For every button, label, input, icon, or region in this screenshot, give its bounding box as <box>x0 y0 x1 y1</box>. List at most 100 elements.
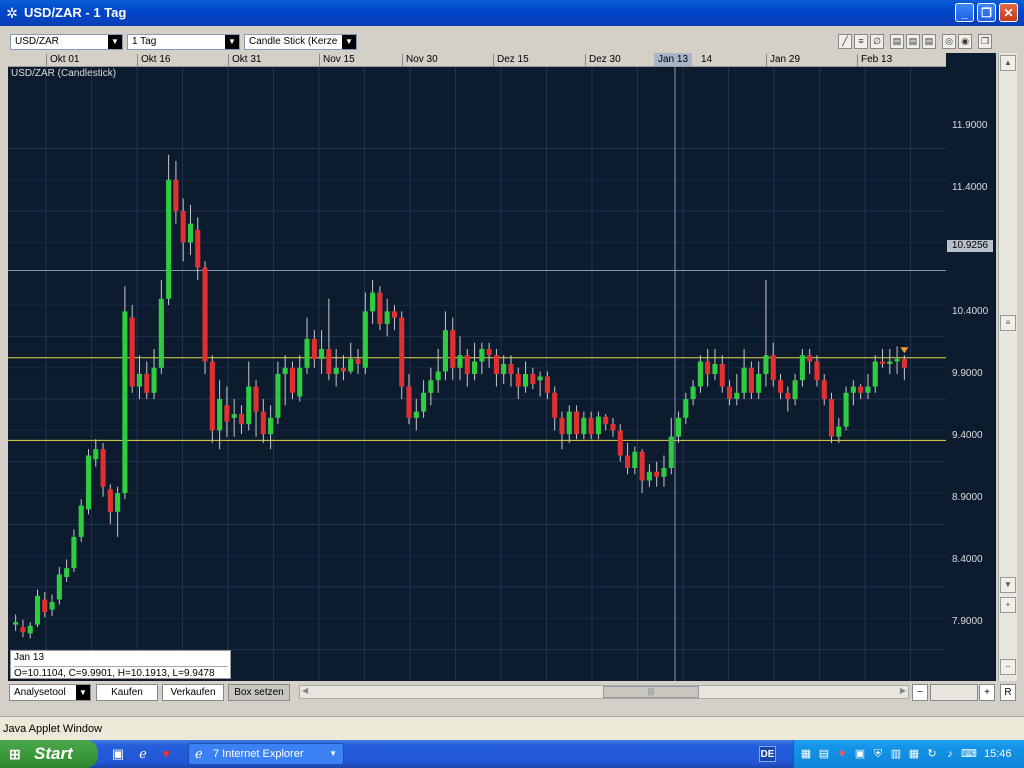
scroll-left-icon[interactable]: ◀ <box>302 686 308 695</box>
candle-body <box>130 318 135 387</box>
chevron-down-icon[interactable]: ▼ <box>342 35 356 49</box>
chevron-down-icon[interactable]: ▼ <box>76 685 90 700</box>
chart-area[interactable] <box>8 53 996 681</box>
analysis-tool-select[interactable]: Analysetool ▼ <box>9 684 91 701</box>
interval-select[interactable]: 1 Tag ▼ <box>127 34 240 50</box>
grid3-tool-icon[interactable]: ▤ <box>922 34 936 49</box>
candle-body <box>173 180 178 211</box>
candle-body <box>326 349 331 374</box>
zoom-tool-icon[interactable]: ◎ <box>942 34 956 49</box>
tray-network-icon[interactable]: ▦ <box>799 747 813 761</box>
set-box-button[interactable]: Box setzen <box>228 684 290 701</box>
candlestick-chart[interactable] <box>8 53 996 681</box>
zoom-in-icon[interactable]: + <box>1000 597 1016 613</box>
candle-body <box>778 380 783 393</box>
candle-body <box>101 449 106 487</box>
chevron-down-icon[interactable]: ▼ <box>225 35 239 49</box>
candle-body <box>42 600 47 613</box>
trendline-tool-icon[interactable]: ╱ <box>838 34 852 49</box>
date-tick: Nov 15 <box>319 54 355 66</box>
candle-body <box>749 368 754 393</box>
candle-body <box>253 387 258 412</box>
tray-printer-icon[interactable]: ▤ <box>817 747 831 761</box>
price-tick: 11.9000 <box>952 120 987 131</box>
date-tick: Dez 15 <box>493 54 529 66</box>
scroll-down-icon[interactable]: ▼ <box>1000 577 1016 593</box>
candle-body <box>181 211 186 242</box>
candle-body <box>887 361 892 364</box>
candle-body <box>793 380 798 399</box>
candle-body <box>20 627 25 632</box>
candle-body <box>195 230 200 268</box>
tray-shield-icon[interactable]: ⛨ <box>871 747 885 761</box>
buy-button[interactable]: Kaufen <box>96 684 158 701</box>
tray-lan-icon[interactable]: ▦ <box>907 747 921 761</box>
window-title: USD/ZAR - 1 Tag <box>24 5 126 20</box>
tray-connection-icon[interactable]: ▥ <box>889 747 903 761</box>
candle-body <box>822 380 827 399</box>
symbol-select[interactable]: USD/ZAR ▼ <box>10 34 123 50</box>
candle-body <box>618 430 623 455</box>
price-scrollbar[interactable]: ▲ ≡ ▼ + − <box>998 53 1017 681</box>
scroll-right-icon[interactable]: ▶ <box>900 686 906 695</box>
chevron-down-icon[interactable]: ▼ <box>108 35 122 49</box>
hline-tool-icon[interactable]: ≡ <box>854 34 868 49</box>
zoom-slider[interactable] <box>930 684 978 701</box>
candle-body <box>559 418 564 434</box>
sell-button[interactable]: Verkaufen <box>162 684 224 701</box>
date-axis: Okt 01 Okt 16 Okt 31 Nov 15 Nov 30 Dez 1… <box>8 53 946 67</box>
start-button[interactable]: ⊞ Start <box>0 740 98 768</box>
zoom-out-icon[interactable]: − <box>1000 659 1016 675</box>
candle-body <box>217 399 222 430</box>
status-bar: Java Applet Window <box>0 716 1024 741</box>
candle-body <box>530 374 535 384</box>
candle-body <box>428 380 433 393</box>
fib-tool-icon[interactable]: ∅ <box>870 34 884 49</box>
tray-volume-icon[interactable]: ♪ <box>943 747 957 761</box>
grid-tool-icon[interactable]: ▤ <box>890 34 904 49</box>
candle-body <box>93 449 98 459</box>
time-scrollbar[interactable]: ◀ ||| ▶ <box>299 685 909 699</box>
candle-body <box>275 374 280 418</box>
candle-body <box>246 387 251 425</box>
candle-body <box>421 393 426 412</box>
candle-body <box>771 355 776 380</box>
time-scroll-thumb[interactable]: ||| <box>603 686 699 698</box>
taskbar-item-ie[interactable]: ℯ 7 Internet Explorer ▼ <box>188 743 344 765</box>
candle-body <box>239 414 244 424</box>
quicklaunch-desktop-icon[interactable]: ▣ <box>110 746 126 762</box>
reset-button[interactable]: R <box>1000 684 1016 701</box>
language-indicator[interactable]: DE <box>759 746 776 762</box>
scroll-thumb[interactable]: ≡ <box>1000 315 1016 331</box>
candle-body <box>137 374 142 387</box>
candle-body <box>589 418 594 434</box>
tray-app-icon[interactable]: ♥ <box>835 747 849 761</box>
tray-monitor-icon[interactable]: ▣ <box>853 747 867 761</box>
detach-tool-icon[interactable]: ❐ <box>978 34 992 49</box>
price-tick: 8.9000 <box>952 492 983 503</box>
candle-body <box>261 412 266 435</box>
zoom-out-time-icon[interactable]: − <box>912 684 928 701</box>
ie-icon: ℯ <box>195 746 203 762</box>
quicklaunch-app-icon[interactable]: ♥ <box>158 746 174 762</box>
candle-body <box>669 437 674 468</box>
candle-body <box>800 355 805 380</box>
close-button[interactable]: ✕ <box>999 3 1018 22</box>
minimize-button[interactable]: _ <box>955 3 974 22</box>
candle-body <box>28 626 33 634</box>
chart-type-select[interactable]: Candle Stick (Kerze ▼ <box>244 34 357 50</box>
settings-tool-icon[interactable]: ◉ <box>958 34 972 49</box>
candle-body <box>144 374 149 393</box>
maximize-button[interactable]: ❐ <box>977 3 996 22</box>
candle-body <box>385 311 390 324</box>
tray-sync-icon[interactable]: ↻ <box>925 747 939 761</box>
interval-value: 1 Tag <box>132 36 156 47</box>
quicklaunch-ie-icon[interactable]: ℯ <box>135 746 151 762</box>
grid2-tool-icon[interactable]: ▤ <box>906 34 920 49</box>
info-date: Jan 13 <box>14 652 44 663</box>
candle-body <box>836 427 841 437</box>
zoom-in-time-icon[interactable]: + <box>979 684 995 701</box>
scroll-up-icon[interactable]: ▲ <box>1000 55 1016 71</box>
tray-keyboard-icon[interactable]: ⌨ <box>961 747 975 761</box>
candle-body <box>450 330 455 368</box>
